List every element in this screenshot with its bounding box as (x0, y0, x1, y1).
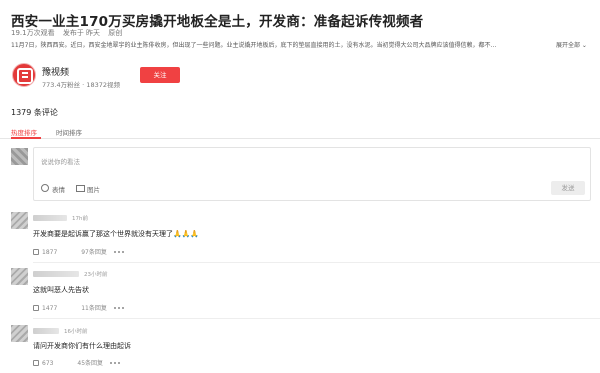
reply-count[interactable]: 97条回复 (81, 249, 107, 256)
comment-input-placeholder: 说说你的看法 (41, 158, 80, 166)
current-user-avatar (11, 148, 28, 165)
publish-time: 发布于 昨天 (62, 29, 101, 37)
view-count: 19.1万次观看 (11, 29, 55, 37)
emoji-label[interactable]: 表情 (52, 184, 65, 194)
comment-actions: 1877 97条回复 (33, 247, 125, 256)
article-meta: 19.1万次观看 发布于 昨天 原创 (11, 28, 128, 38)
more-icon[interactable] (109, 360, 121, 367)
comment-text: 开发商要是起诉赢了那这个世界就没有天理了🙏🙏🙏 (33, 230, 200, 238)
like-icon[interactable] (33, 249, 39, 255)
comment-actions: 673 45条回复 (33, 358, 121, 367)
commenter-avatar[interactable] (11, 212, 28, 229)
like-icon[interactable] (33, 360, 39, 366)
comment-time: 17h前 (72, 216, 88, 222)
more-icon[interactable] (113, 249, 125, 256)
like-count[interactable]: 673 (42, 360, 53, 367)
like-icon[interactable] (33, 305, 39, 311)
article-title: 西安一业主170万买房撬开地板全是土，开发商：准备起诉传视频者 (11, 14, 424, 30)
comment-count: 1379 条评论 (11, 108, 58, 117)
comment-divider (33, 318, 600, 319)
more-icon[interactable] (113, 305, 125, 312)
tab-time-sort[interactable]: 时间排序 (56, 127, 82, 137)
image-label[interactable]: 图片 (87, 184, 100, 194)
reply-count[interactable]: 11条回复 (81, 305, 107, 312)
image-icon[interactable] (76, 185, 85, 192)
comment-time: 23小时前 (84, 272, 108, 278)
follow-button[interactable]: 关注 (140, 67, 180, 83)
commenter-name-blurred[interactable] (33, 271, 79, 277)
active-tab-indicator (11, 137, 41, 139)
commenter-avatar[interactable] (11, 268, 28, 285)
like-count[interactable]: 1477 (42, 305, 57, 312)
article-summary: 11月7日，陕西西安。近日，西安金地翠宇的业主陈俳收房，但出现了一些问题。业主说… (11, 42, 497, 49)
comment-time: 16小时前 (64, 329, 88, 335)
comment-input[interactable] (33, 147, 591, 201)
reply-count[interactable]: 45条回复 (77, 360, 103, 367)
original-tag: 原创 (108, 29, 123, 37)
author-avatar[interactable] (12, 63, 36, 87)
comment-divider (33, 262, 600, 263)
author-name[interactable]: 豫视频 (42, 65, 69, 78)
like-count[interactable]: 1877 (42, 249, 57, 256)
comment-actions: 1477 11条回复 (33, 303, 125, 312)
expand-summary-link[interactable]: 展开全部 ⌄ (556, 40, 587, 49)
author-stats: 773.4万粉丝 · 18372视频 (42, 81, 120, 89)
emoji-icon[interactable] (41, 184, 49, 192)
commenter-name-blurred[interactable] (33, 328, 59, 334)
commenter-avatar[interactable] (11, 325, 28, 342)
commenter-name-blurred[interactable] (33, 215, 67, 221)
tab-divider (0, 138, 600, 139)
comment-text: 这就叫恶人先告状 (33, 286, 89, 294)
comment-text: 请问开发商你们有什么理由起诉 (33, 342, 131, 350)
send-button[interactable]: 发送 (551, 181, 585, 195)
tab-hot-sort[interactable]: 热度排序 (11, 127, 37, 137)
